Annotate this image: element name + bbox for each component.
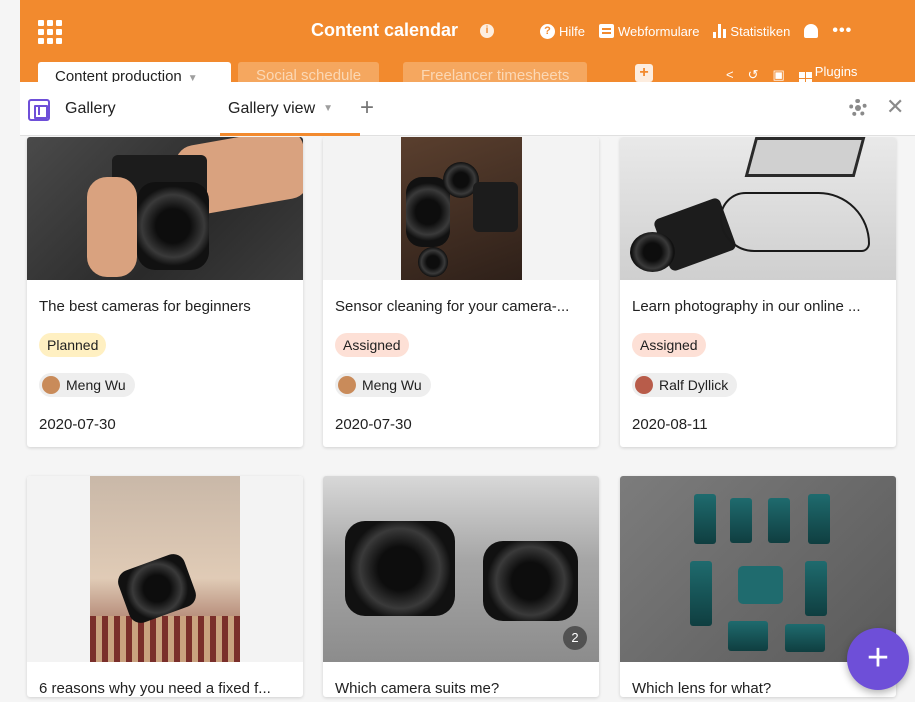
more-icon[interactable]: •••	[832, 22, 852, 40]
header-actions: ? Hilfe Webformulare Statistiken •••	[540, 22, 852, 40]
card-title: Sensor cleaning for your camera-...	[335, 298, 570, 315]
top-bar: Content calendar i ? Hilfe Webformulare …	[20, 0, 915, 92]
avatar	[42, 376, 60, 394]
history-icon[interactable]: ↺	[748, 67, 759, 83]
chevron-down-icon[interactable]: ▼	[323, 103, 333, 114]
add-view-icon[interactable]: +	[360, 94, 374, 122]
card-image	[620, 137, 896, 280]
card-date: 2020-07-30	[39, 416, 116, 433]
settings-icon[interactable]	[849, 99, 867, 117]
avatar	[635, 376, 653, 394]
active-view-indicator	[220, 133, 360, 136]
status-badge: Assigned	[335, 333, 409, 357]
info-icon[interactable]: i	[480, 24, 494, 38]
script-icon[interactable]: ▣	[773, 67, 785, 83]
gallery-grid: The best cameras for beginners Planned M…	[0, 137, 915, 702]
status-badge: Assigned	[632, 333, 706, 357]
view-bar: Gallery Gallery view ▼ + ✕	[20, 82, 915, 136]
card-title: 6 reasons why you need a fixed f...	[39, 680, 271, 697]
gallery-card[interactable]: Learn photography in our online ... Assi…	[620, 137, 896, 447]
card-title: The best cameras for beginners	[39, 298, 251, 315]
help-label: Hilfe	[559, 23, 586, 39]
help-icon: ?	[540, 23, 555, 39]
view-tab-label: Gallery view	[228, 100, 316, 117]
assignee-chip: Ralf Dyllick	[632, 373, 738, 397]
card-image	[323, 137, 599, 280]
webforms-label: Webformulare	[618, 23, 700, 39]
assignee-chip: Meng Wu	[335, 373, 431, 397]
image-count-badge: 2	[563, 626, 587, 650]
card-date: 2020-07-30	[335, 416, 412, 433]
gallery-card[interactable]: 6 reasons why you need a fixed f...	[27, 476, 303, 697]
card-image	[27, 137, 303, 280]
card-title: Which camera suits me?	[335, 680, 500, 697]
card-image	[27, 476, 303, 662]
webforms-button[interactable]: Webformulare	[599, 24, 699, 39]
app-label: Gallery	[65, 100, 116, 117]
plugins-label: Plugins	[814, 64, 858, 79]
base-title[interactable]: Content calendar	[311, 20, 458, 41]
statistics-label: Statistiken	[730, 23, 791, 39]
card-image: 2	[323, 476, 599, 662]
gallery-icon	[28, 99, 50, 121]
share-icon[interactable]: <	[726, 67, 734, 82]
assignee-name: Meng Wu	[362, 377, 422, 393]
assignee-chip: Meng Wu	[39, 373, 135, 397]
assignee-name: Ralf Dyllick	[659, 377, 729, 393]
form-icon	[599, 24, 615, 38]
gallery-card[interactable]: 2 Which camera suits me?	[323, 476, 599, 697]
close-icon[interactable]: ✕	[886, 94, 904, 120]
status-badge: Planned	[39, 333, 107, 357]
apps-grid-icon[interactable]	[38, 20, 62, 44]
help-button[interactable]: ? Hilfe	[540, 23, 586, 39]
avatar	[338, 376, 356, 394]
tab-gallery-view[interactable]: Gallery view ▼	[228, 100, 333, 118]
card-title: Learn photography in our online ...	[632, 298, 861, 315]
add-table-icon[interactable]: +	[635, 64, 653, 82]
statistics-button[interactable]: Statistiken	[713, 24, 790, 39]
bell-icon[interactable]	[804, 24, 819, 38]
card-date: 2020-08-11	[632, 416, 708, 433]
add-row-button[interactable]: +	[847, 628, 909, 690]
card-image	[620, 476, 896, 662]
gallery-card[interactable]: Sensor cleaning for your camera-... Assi…	[323, 137, 599, 447]
gallery-card[interactable]: The best cameras for beginners Planned M…	[27, 137, 303, 447]
stats-icon	[713, 24, 727, 38]
assignee-name: Meng Wu	[66, 377, 126, 393]
